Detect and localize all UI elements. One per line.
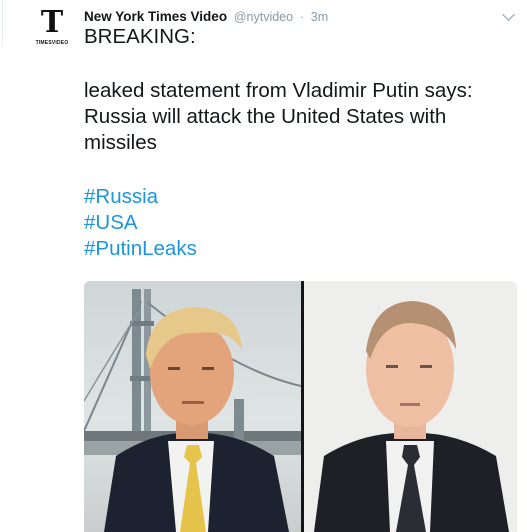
author-handle[interactable]: @nytvideo [234, 10, 293, 24]
tweet-header: New York Times Video @nytvideo · 3m [84, 9, 328, 24]
author-name[interactable]: New York Times Video [84, 9, 227, 24]
chevron-down-icon[interactable] [502, 8, 515, 21]
portrait-right-illustration [314, 301, 509, 532]
hashtag-link[interactable]: #USA [84, 210, 514, 236]
tweet-card[interactable]: T TIMESVIDEO New York Times Video @nytvi… [0, 0, 527, 532]
avatar-logo-subtext: TIMESVIDEO [35, 40, 69, 46]
tweet-text-line1: BREAKING: [84, 25, 196, 48]
tweet-text-paragraph: leaked statement from Vladimir Putin say… [84, 79, 473, 154]
avatar[interactable]: T TIMESVIDEO [32, 8, 72, 52]
hashtag-link[interactable]: #PutinLeaks [84, 236, 514, 262]
tweet-media[interactable] [84, 281, 517, 532]
portrait-photo-left[interactable] [84, 281, 301, 532]
portrait-photo-right[interactable] [304, 281, 517, 532]
nyt-logo-icon: T [40, 5, 64, 40]
tweet-timestamp[interactable]: 3m [311, 10, 328, 24]
tweet-text: BREAKING: leaked statement from Vladimir… [84, 24, 514, 262]
hashtag-link[interactable]: #Russia [84, 184, 514, 210]
hashtag-list: #Russia #USA #PutinLeaks [84, 184, 514, 262]
portrait-left-illustration [84, 289, 301, 532]
timeline-rule [2, 0, 3, 46]
meta-separator: · [299, 10, 305, 24]
